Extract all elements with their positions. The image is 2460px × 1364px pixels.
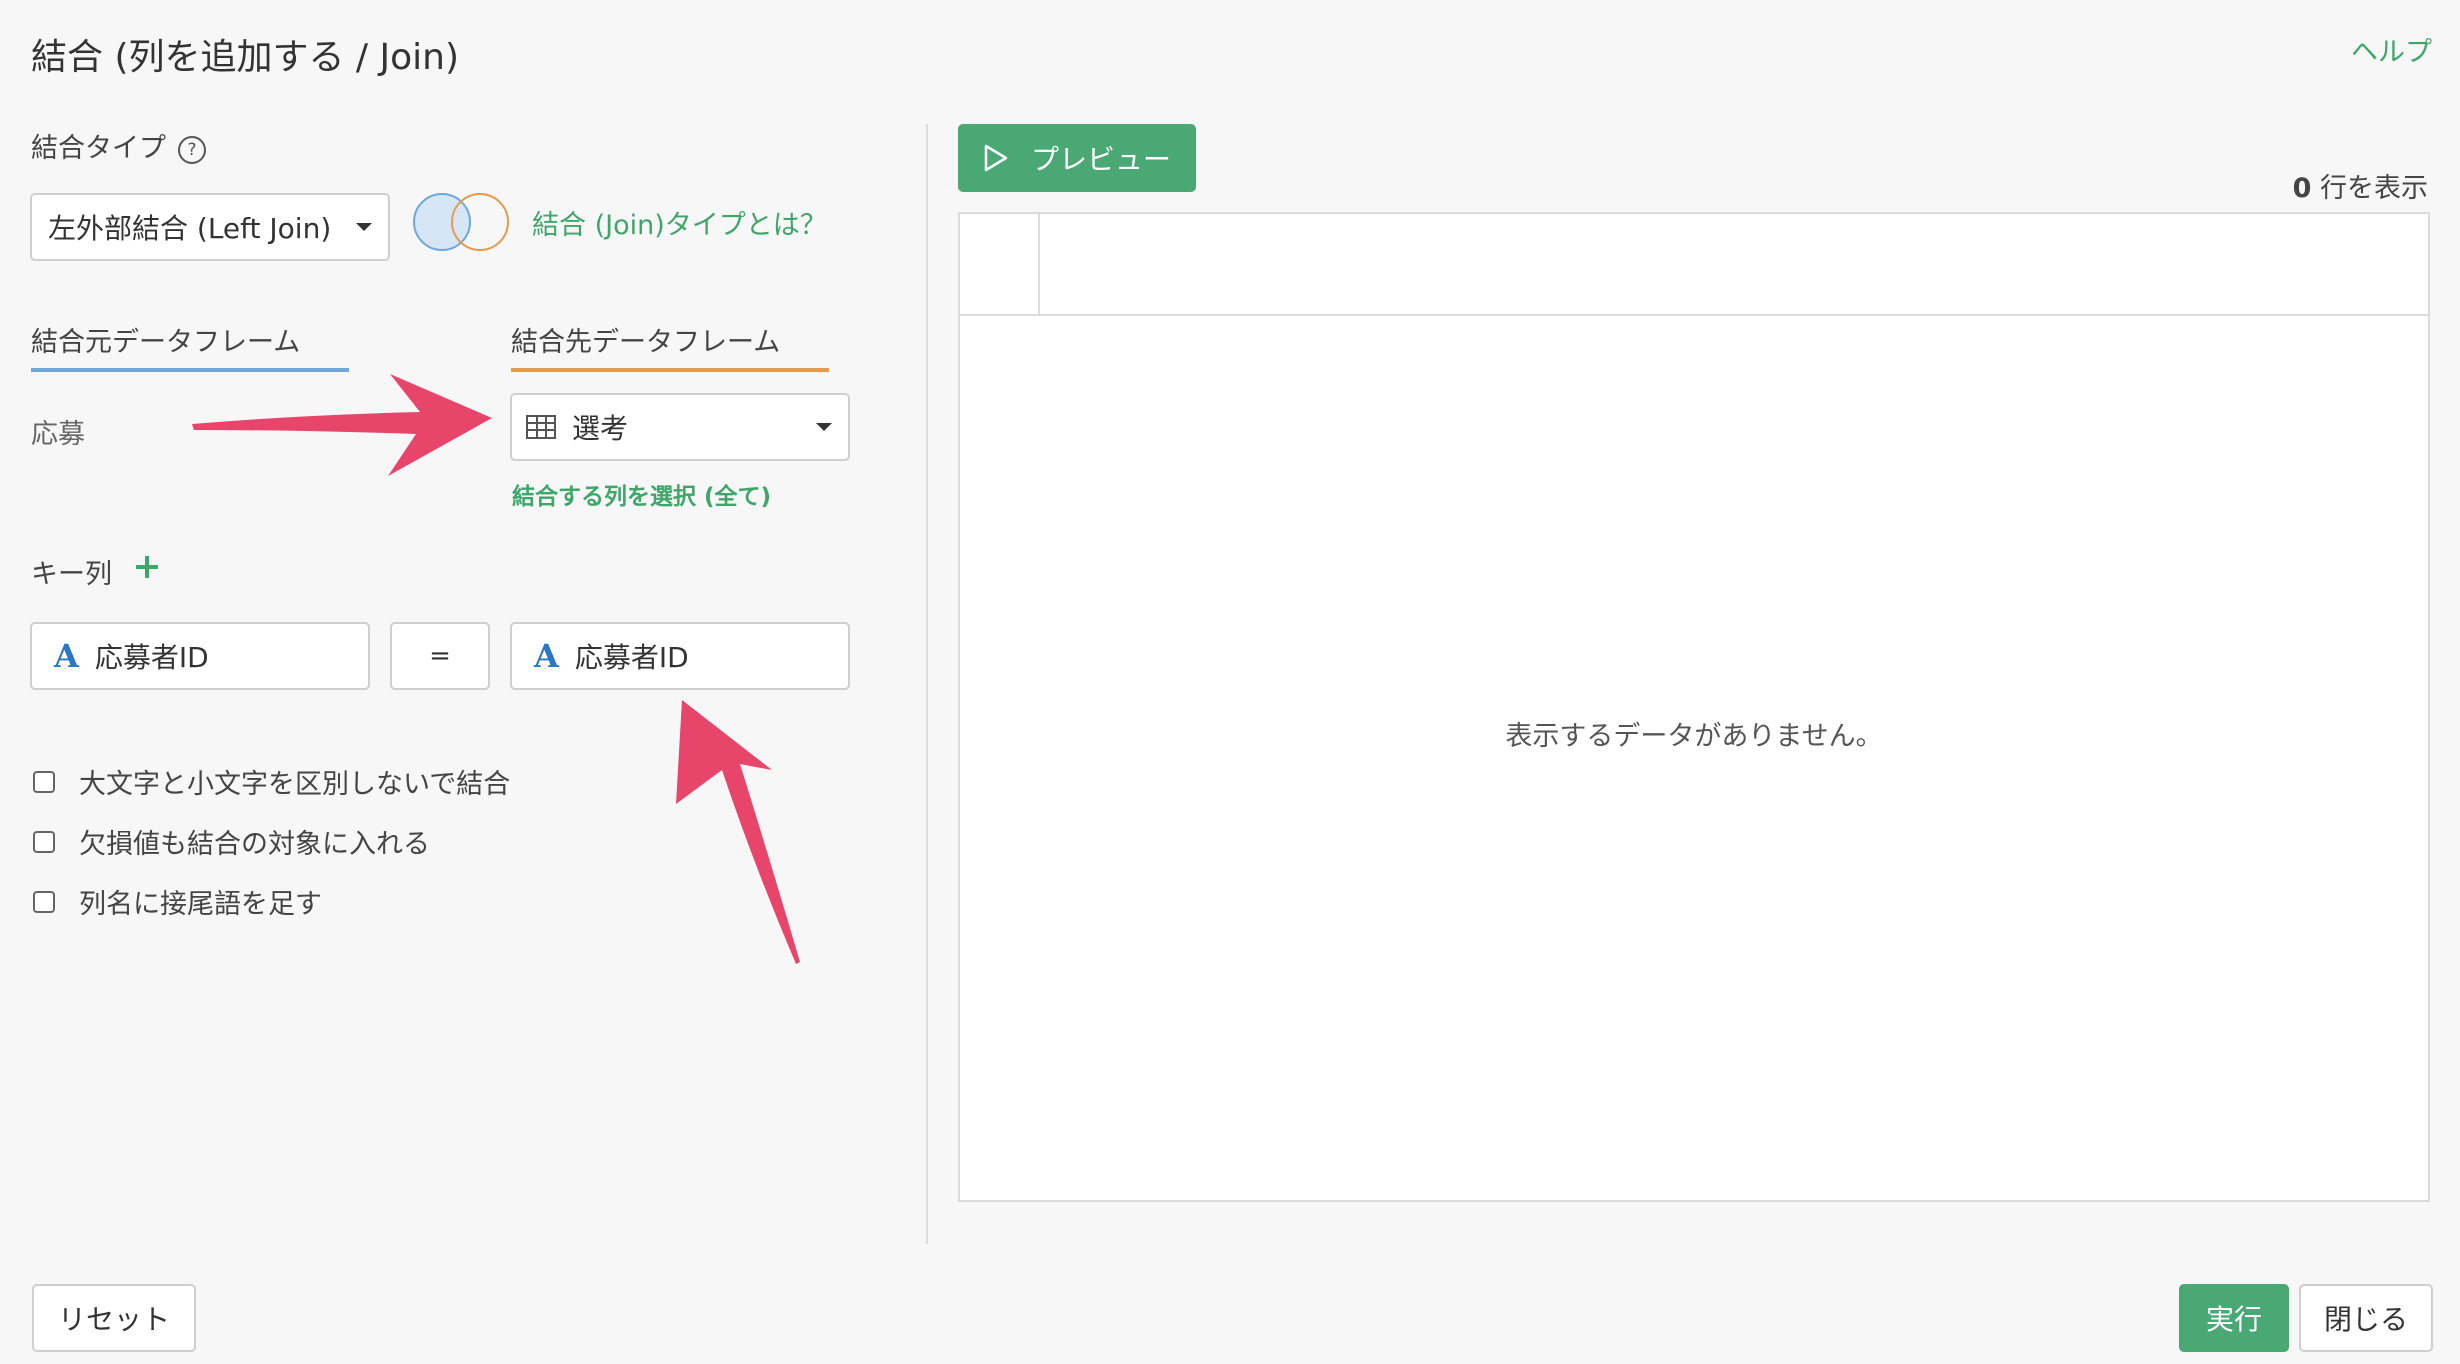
grid-index-header xyxy=(960,214,1040,314)
key-column-right[interactable]: A 応募者ID xyxy=(510,622,850,690)
key-column-left[interactable]: A 応募者ID xyxy=(30,622,370,690)
string-type-icon: A xyxy=(534,637,559,675)
target-dataframe-label: 結合先データフレーム xyxy=(511,327,781,358)
panel-divider xyxy=(926,124,928,1244)
help-link[interactable]: ヘルプ xyxy=(2351,30,2432,69)
join-type-label: 結合タイプ? xyxy=(31,126,206,165)
table-icon xyxy=(526,415,556,439)
option-case-insensitive[interactable]: 大文字と小文字を区別しないで結合 xyxy=(33,762,510,801)
play-outline-icon xyxy=(984,144,1008,172)
target-dataframe-selected: 選考 xyxy=(572,412,629,445)
source-tab-underline xyxy=(31,368,349,372)
select-join-columns-link[interactable]: 結合する列を選択 (全て) xyxy=(512,477,771,511)
arrow-to-target-select xyxy=(192,374,492,476)
key-columns-label: キー列 xyxy=(31,559,112,590)
empty-message: 表示するデータがありません。 xyxy=(1505,721,1883,752)
checkbox[interactable] xyxy=(33,830,55,853)
checkbox[interactable] xyxy=(33,890,55,913)
preview-button[interactable]: プレビュー xyxy=(958,124,1196,192)
close-button[interactable]: 閉じる xyxy=(2299,1284,2433,1352)
option-label: 欠損値も結合の対象に入れる xyxy=(79,829,430,860)
question-circle-icon[interactable]: ? xyxy=(178,135,206,164)
row-count: 0 行を表示 xyxy=(2293,166,2428,205)
grid-header xyxy=(960,214,2428,316)
join-type-label-text: 結合タイプ xyxy=(31,133,166,164)
join-type-about-link[interactable]: 結合 (Join)タイプとは？ xyxy=(532,203,827,242)
string-type-icon: A xyxy=(54,637,79,675)
row-count-suffix: 行を表示 xyxy=(2311,173,2428,204)
chevron-down-icon xyxy=(816,423,832,431)
key-column-right-name: 応募者ID xyxy=(574,641,689,674)
row-count-value: 0 xyxy=(2292,173,2312,204)
page-title: 結合 (列を追加する / Join) xyxy=(31,37,460,78)
option-include-missing[interactable]: 欠損値も結合の対象に入れる xyxy=(33,822,430,861)
join-operator-button[interactable]: = xyxy=(390,622,490,690)
preview-button-label: プレビュー xyxy=(1030,143,1171,176)
arrow-to-key-column-right xyxy=(676,700,800,964)
run-button[interactable]: 実行 xyxy=(2179,1284,2289,1352)
venn-diagram-icon xyxy=(413,193,509,251)
reset-button[interactable]: リセット xyxy=(32,1284,196,1352)
preview-grid: 表示するデータがありません。 xyxy=(958,212,2430,1202)
source-dataframe-label: 結合元データフレーム xyxy=(31,327,301,358)
option-label: 列名に接尾語を足す xyxy=(79,889,322,920)
target-dataframe-select[interactable]: 選考 xyxy=(510,393,850,461)
checkbox[interactable] xyxy=(33,770,55,793)
option-add-suffix[interactable]: 列名に接尾語を足す xyxy=(33,882,322,921)
chevron-down-icon xyxy=(356,223,372,231)
target-tab-underline xyxy=(511,368,829,372)
join-type-select[interactable]: 左外部結合 (Left Join) xyxy=(30,193,390,261)
source-dataframe-value: 応募 xyxy=(31,419,85,450)
option-label: 大文字と小文字を区別しないで結合 xyxy=(79,769,511,800)
key-column-left-name: 応募者ID xyxy=(94,641,209,674)
plus-icon[interactable] xyxy=(134,554,160,580)
join-type-selected: 左外部結合 (Left Join) xyxy=(48,212,332,245)
